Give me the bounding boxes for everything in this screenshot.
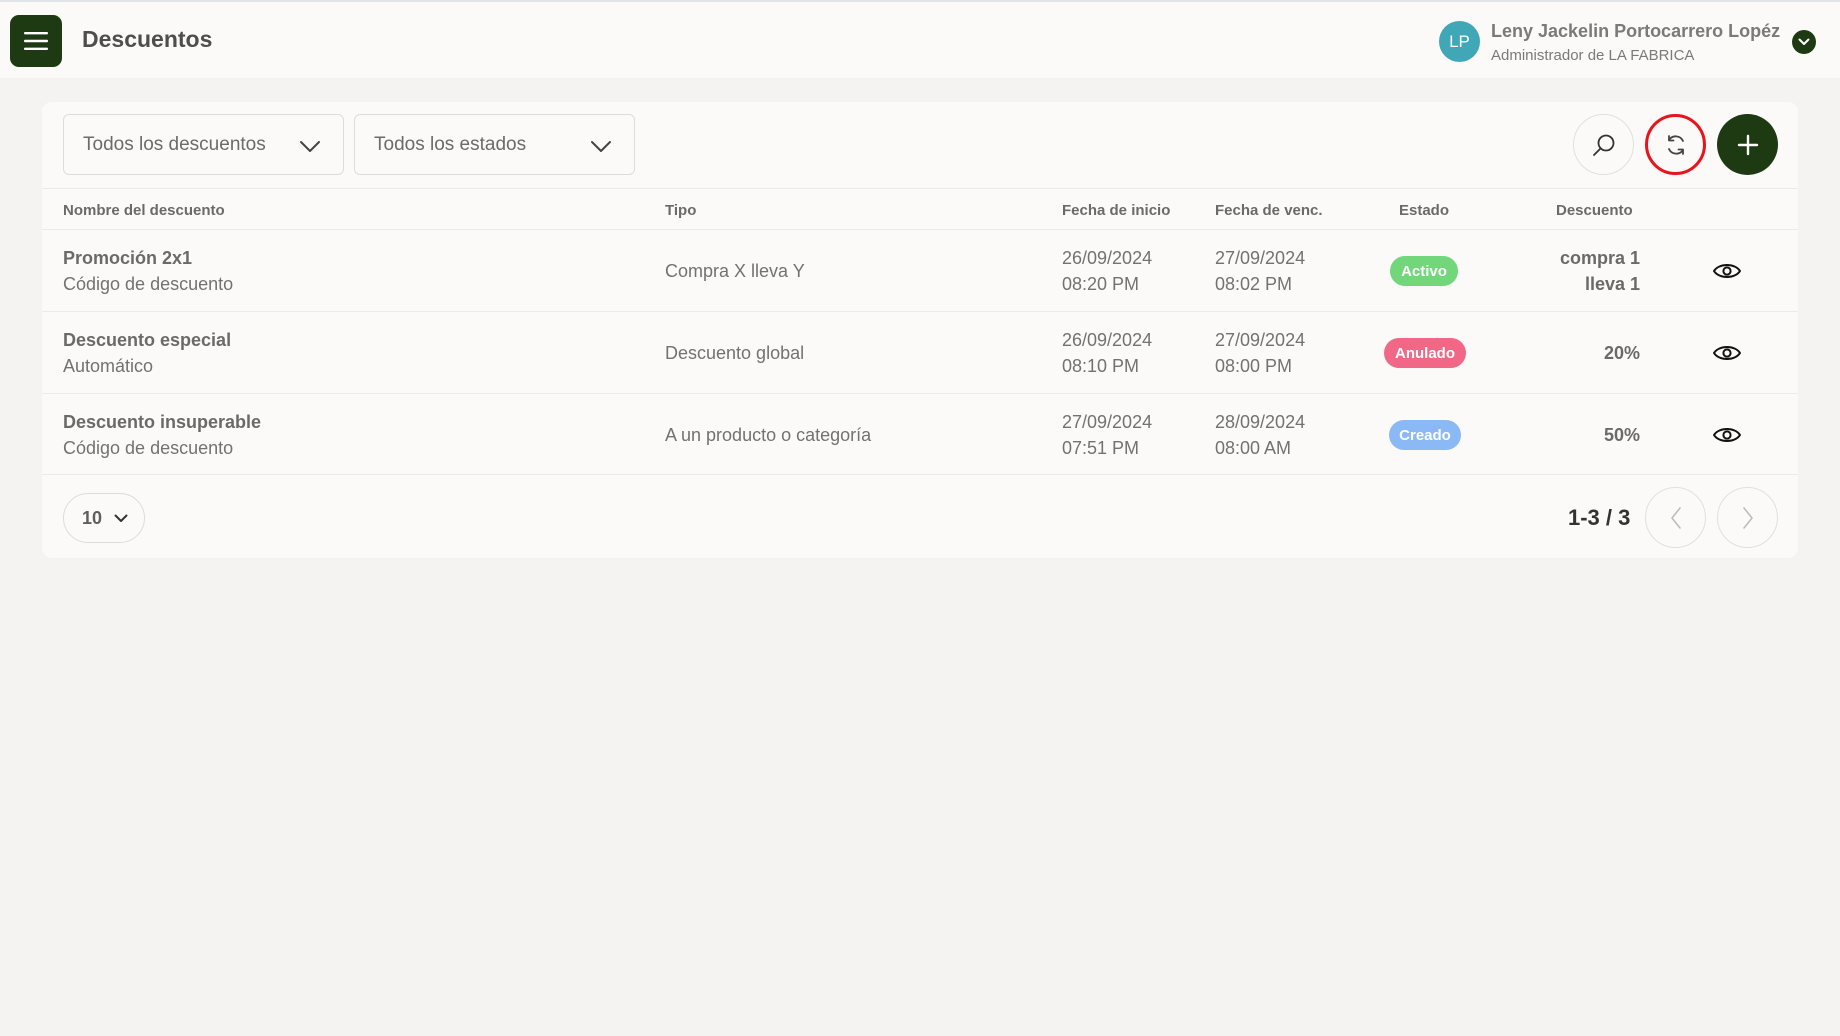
end-date: 28/09/2024 xyxy=(1215,412,1306,432)
discounts-card: Todos los descuentos Todos los estados N… xyxy=(42,102,1798,558)
search-button[interactable] xyxy=(1573,114,1634,175)
divider xyxy=(42,474,1798,475)
discount-method: Código de descuento xyxy=(63,274,234,294)
column-header-name: Nombre del descuento xyxy=(63,202,225,219)
plus-icon xyxy=(1737,134,1758,155)
column-header-type: Tipo xyxy=(665,202,697,219)
refresh-button[interactable] xyxy=(1645,114,1706,175)
discount-name: Descuento especial xyxy=(63,330,232,350)
next-page-button[interactable] xyxy=(1717,487,1778,548)
status-filter-select[interactable]: Todos los estados xyxy=(354,114,635,175)
chevron-down-icon xyxy=(591,141,611,152)
column-header-end-date: Fecha de venc. xyxy=(1215,202,1323,219)
chevron-down-icon xyxy=(1798,38,1810,45)
end-date: 27/09/2024 xyxy=(1215,248,1306,268)
start-time: 08:20 PM xyxy=(1062,274,1140,294)
status-filter-value: Todos los estados xyxy=(374,133,527,155)
column-header-status: Estado xyxy=(1399,202,1450,219)
hamburger-icon xyxy=(24,32,48,50)
discount-value: 20% xyxy=(1603,343,1640,363)
page-title: Descuentos xyxy=(82,26,213,52)
discount-method: Automático xyxy=(63,356,154,376)
chevron-down-icon xyxy=(300,141,320,152)
user-role: Administrador de LA FABRICA xyxy=(1491,47,1695,64)
end-date: 27/09/2024 xyxy=(1215,330,1306,350)
status-badge: Activo xyxy=(1390,256,1458,286)
view-button[interactable] xyxy=(1711,337,1743,369)
pagination-range: 1-3 / 3 xyxy=(1568,505,1631,530)
user-name: Leny Jackelin Portocarrero Lopéz xyxy=(1491,21,1781,41)
page-size-select[interactable]: 10 xyxy=(63,493,145,543)
column-header-discount: Descuento xyxy=(1556,202,1633,219)
column-header-start-date: Fecha de inicio xyxy=(1062,202,1171,219)
discount-type: Compra X lleva Y xyxy=(665,261,805,281)
page-size-value: 10 xyxy=(82,507,103,528)
table-row[interactable]: Descuento especial Automático Descuento … xyxy=(42,312,1798,394)
discount-method: Código de descuento xyxy=(63,438,234,458)
end-time: 08:00 AM xyxy=(1215,438,1292,458)
end-time: 08:00 PM xyxy=(1215,356,1293,376)
end-time: 08:02 PM xyxy=(1215,274,1293,294)
status-badge: Anulado xyxy=(1384,338,1466,368)
start-date: 27/09/2024 xyxy=(1062,412,1153,432)
status-badge: Creado xyxy=(1389,420,1461,450)
start-date: 26/09/2024 xyxy=(1062,248,1153,268)
eye-icon xyxy=(1713,346,1741,360)
search-icon xyxy=(1592,134,1614,156)
discount-value: compra 1 xyxy=(1559,248,1640,268)
start-time: 07:51 PM xyxy=(1062,438,1140,458)
start-time: 08:10 PM xyxy=(1062,356,1140,376)
divider xyxy=(42,188,1798,189)
app-header: Descuentos LP Leny Jackelin Portocarrero… xyxy=(0,2,1840,78)
start-date: 26/09/2024 xyxy=(1062,330,1153,350)
discount-type: A un producto o categoría xyxy=(665,425,872,445)
refresh-icon xyxy=(1667,134,1684,155)
avatar[interactable]: LP xyxy=(1439,21,1480,62)
chevron-down-icon xyxy=(114,514,128,522)
menu-button[interactable] xyxy=(10,15,62,67)
discount-filter-value: Todos los descuentos xyxy=(83,133,266,155)
discount-value-secondary: lleva 1 xyxy=(1584,274,1640,294)
add-discount-button[interactable] xyxy=(1717,114,1778,175)
discount-value: 50% xyxy=(1603,425,1640,445)
eye-icon xyxy=(1713,264,1741,278)
table-row[interactable]: Descuento insuperable Código de descuent… xyxy=(42,394,1798,476)
table-row[interactable]: Promoción 2x1 Código de descuento Compra… xyxy=(42,230,1798,312)
eye-icon xyxy=(1713,428,1741,442)
view-button[interactable] xyxy=(1711,419,1743,451)
view-button[interactable] xyxy=(1711,255,1743,287)
user-menu-button[interactable] xyxy=(1792,30,1816,54)
discount-name: Promoción 2x1 xyxy=(63,248,193,268)
chevron-left-icon xyxy=(1670,506,1681,529)
previous-page-button[interactable] xyxy=(1645,487,1706,548)
discount-filter-select[interactable]: Todos los descuentos xyxy=(63,114,344,175)
discount-name: Descuento insuperable xyxy=(63,412,262,432)
chevron-right-icon xyxy=(1742,506,1753,529)
discount-type: Descuento global xyxy=(665,343,805,363)
